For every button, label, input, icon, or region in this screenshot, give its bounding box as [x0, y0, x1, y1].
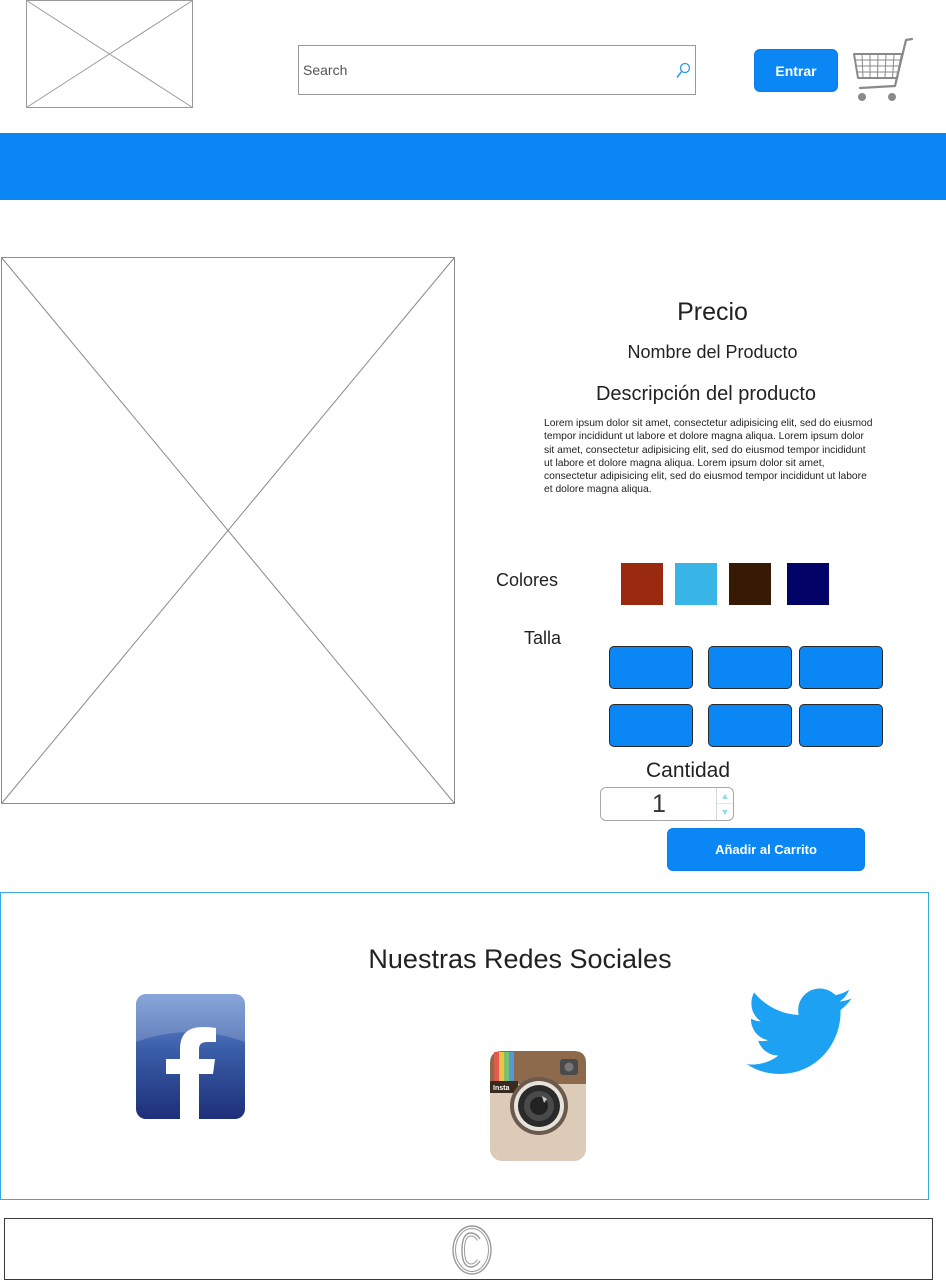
color-swatch-light-blue[interactable] — [675, 563, 717, 605]
size-option-1[interactable] — [609, 646, 693, 689]
size-option-3[interactable] — [799, 646, 883, 689]
copyright-icon — [452, 1225, 492, 1275]
size-option-4[interactable] — [609, 704, 693, 747]
decrement-arrow-icon[interactable]: ▼ — [717, 804, 733, 820]
color-swatch-navy[interactable] — [787, 563, 829, 605]
search-input[interactable] — [303, 46, 663, 94]
quantity-value[interactable]: 1 — [601, 788, 717, 820]
product-price: Precio — [677, 298, 748, 326]
product-image-placeholder — [1, 257, 455, 804]
size-option-2[interactable] — [708, 646, 792, 689]
color-swatch-red[interactable] — [621, 563, 663, 605]
description-text: Lorem ipsum dolor sit amet, consectetur … — [544, 418, 873, 496]
search-box — [298, 45, 696, 95]
description-title: Descripción del producto — [595, 383, 817, 405]
colors-label: Colores — [496, 570, 559, 590]
header-banner — [0, 133, 946, 200]
quantity-stepper[interactable]: 1 ▲ ▼ — [600, 787, 734, 821]
size-option-6[interactable] — [799, 704, 883, 747]
cart-icon[interactable] — [850, 36, 914, 106]
social-title: Nuestras Redes Sociales — [368, 944, 672, 974]
quantity-label: Cantidad — [645, 759, 731, 782]
product-name: Nombre del Producto — [627, 342, 798, 362]
increment-arrow-icon[interactable]: ▲ — [717, 788, 733, 804]
login-button[interactable]: Entrar — [754, 49, 838, 92]
search-icon[interactable] — [675, 62, 691, 80]
color-swatch-brown[interactable] — [729, 563, 771, 605]
size-option-5[interactable] — [708, 704, 792, 747]
twitter-icon[interactable] — [740, 988, 860, 1078]
logo-placeholder — [26, 0, 193, 108]
size-label: Talla — [524, 628, 562, 648]
facebook-icon[interactable] — [136, 994, 245, 1119]
instagram-icon[interactable]: Insta — [490, 1051, 586, 1161]
instagram-badge-text: Insta — [493, 1085, 509, 1092]
stepper-buttons: ▲ ▼ — [716, 788, 733, 820]
add-to-cart-button[interactable]: Añadir al Carrito — [667, 828, 865, 871]
